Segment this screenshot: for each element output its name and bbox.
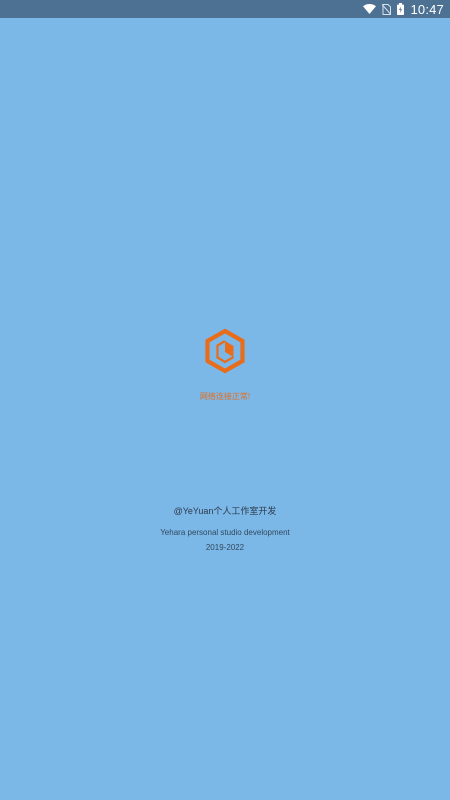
splash-screen: 网络连接正常! @YeYuan个人工作室开发 Yehara personal s… xyxy=(0,18,450,800)
status-bar: 10:47 xyxy=(0,0,450,18)
status-time: 10:47 xyxy=(410,1,444,17)
status-icons: 10:47 xyxy=(363,2,444,17)
network-status-text: 网络连接正常! xyxy=(199,392,251,401)
copyright-years-text: 2019-2022 xyxy=(205,543,245,552)
english-credit-text: Yehara personal studio development xyxy=(160,528,290,537)
wifi-icon xyxy=(363,4,377,14)
studio-credit-text: @YeYuan个人工作室开发 xyxy=(173,506,277,516)
no-sim-icon xyxy=(382,3,392,15)
battery-icon xyxy=(397,3,405,15)
hexagon-box-logo-icon xyxy=(202,328,248,374)
